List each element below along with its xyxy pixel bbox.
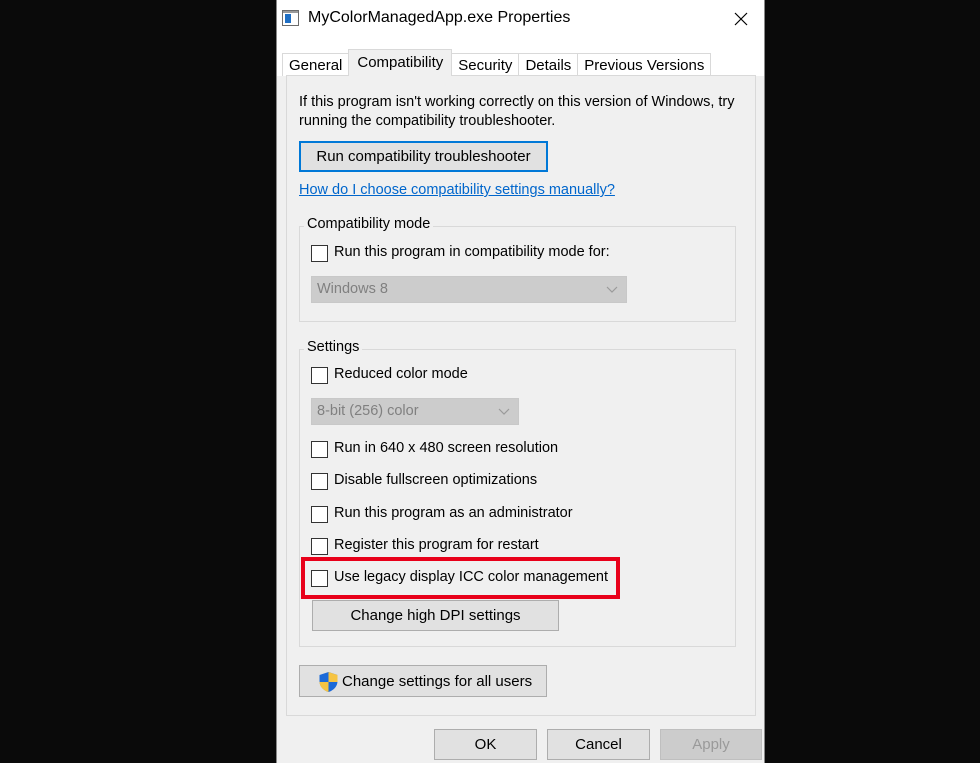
properties-dialog: MyColorManagedApp.exe Properties General… — [276, 0, 765, 763]
register-restart-checkbox[interactable] — [311, 538, 328, 555]
apply-button[interactable]: Apply — [660, 729, 762, 760]
legacy-icc-label: Use legacy display ICC color management — [334, 569, 609, 585]
tab-strip: General Compatibility Security Details P… — [277, 38, 764, 76]
fullscreen-opt-label: Disable fullscreen optimizations — [334, 472, 538, 488]
color-depth-select[interactable]: 8-bit (256) color — [311, 398, 519, 425]
run-admin-label: Run this program as an administrator — [334, 505, 573, 521]
compatibility-mode-group — [299, 226, 736, 322]
close-button[interactable] — [718, 0, 764, 38]
chevron-down-icon — [498, 408, 510, 415]
run-troubleshooter-button[interactable]: Run compatibility troubleshooter — [299, 141, 548, 172]
compat-mode-label: Run this program in compatibility mode f… — [334, 244, 610, 260]
ok-button[interactable]: OK — [434, 729, 537, 760]
change-high-dpi-button[interactable]: Change high DPI settings — [312, 600, 559, 631]
tab-previous-versions[interactable]: Previous Versions — [577, 53, 712, 76]
app-window-icon — [282, 10, 299, 26]
register-restart-label: Register this program for restart — [334, 537, 539, 553]
window-title: MyColorManagedApp.exe Properties — [308, 9, 571, 26]
res-640-checkbox[interactable] — [311, 441, 328, 458]
reduced-color-checkbox[interactable] — [311, 367, 328, 384]
chevron-down-icon — [606, 286, 618, 293]
run-admin-checkbox[interactable] — [311, 506, 328, 523]
tab-compatibility[interactable]: Compatibility — [348, 49, 453, 76]
title-bar: MyColorManagedApp.exe Properties — [277, 0, 764, 38]
res-640-label: Run in 640 x 480 screen resolution — [334, 440, 559, 456]
legacy-icc-checkbox[interactable] — [311, 570, 328, 587]
compat-os-value: Windows 8 — [317, 281, 388, 297]
tab-details[interactable]: Details — [518, 53, 579, 76]
compat-mode-checkbox[interactable] — [311, 245, 328, 262]
shield-icon — [319, 672, 338, 692]
reduced-color-label: Reduced color mode — [334, 366, 468, 382]
color-depth-value: 8-bit (256) color — [317, 403, 419, 419]
manual-settings-link[interactable]: How do I choose compatibility settings m… — [299, 182, 615, 198]
compat-os-select[interactable]: Windows 8 — [311, 276, 627, 303]
tab-security[interactable]: Security — [451, 53, 520, 76]
fullscreen-opt-checkbox[interactable] — [311, 473, 328, 490]
tab-general[interactable]: General — [282, 53, 350, 76]
compatibility-mode-title: Compatibility mode — [304, 216, 434, 232]
cancel-button[interactable]: Cancel — [547, 729, 650, 760]
intro-text: If this program isn't working correctly … — [299, 94, 735, 129]
settings-title: Settings — [304, 339, 363, 355]
change-all-users-label: Change settings for all users — [342, 672, 533, 690]
close-icon — [734, 12, 748, 26]
change-all-users-button[interactable]: Change settings for all users — [299, 665, 547, 697]
